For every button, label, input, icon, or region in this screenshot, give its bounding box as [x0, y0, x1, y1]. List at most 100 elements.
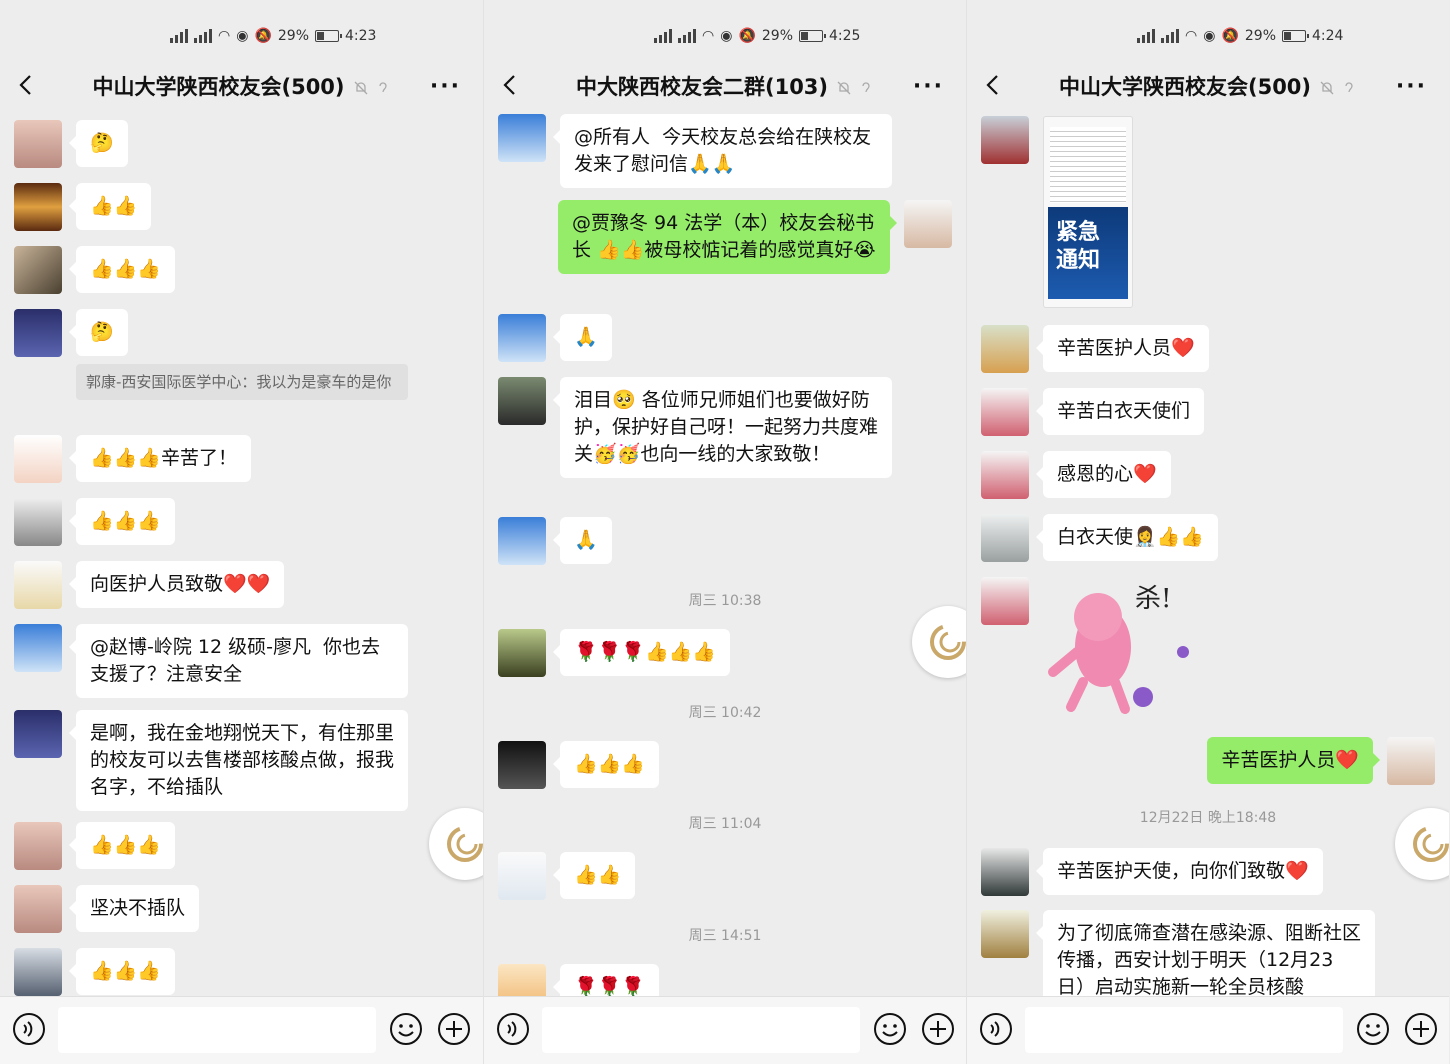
avatar[interactable]	[1387, 737, 1435, 785]
voice-icon[interactable]	[12, 1012, 46, 1046]
avatar[interactable]	[981, 848, 1029, 896]
avatar[interactable]	[498, 377, 546, 425]
message-bubble[interactable]: 👍👍👍	[553, 741, 659, 788]
avatar[interactable]	[904, 200, 952, 248]
more-options-button[interactable]: ···	[430, 74, 461, 99]
eye-icon: ◉	[720, 28, 733, 44]
signal-icon	[194, 29, 212, 43]
status-bar: ◠ ◉ 🔕 29% 4:24	[1137, 22, 1343, 50]
avatar[interactable]	[14, 498, 62, 546]
sticker-caption: 杀!	[1135, 584, 1171, 614]
image-message[interactable]: 紧急 通知	[1043, 116, 1133, 308]
ear-icon	[862, 82, 870, 93]
clock: 4:24	[1312, 28, 1344, 44]
logo-icon	[447, 826, 483, 862]
message-bubble[interactable]: 为了彻底筛查潜在感染源、阻断社区传播，西安计划于明天（12月23日）启动实施新一…	[1036, 910, 1375, 996]
avatar[interactable]	[14, 120, 62, 168]
avatar[interactable]	[14, 948, 62, 996]
emoji-icon[interactable]	[873, 1012, 907, 1046]
plus-icon[interactable]	[1404, 1012, 1438, 1046]
message-bubble[interactable]: @赵博-岭院 12 级硕-廖凡 你也去支援了？注意安全	[69, 624, 408, 698]
timestamp: 周三 10:38	[688, 593, 762, 609]
message-bubble[interactable]: 感恩的心❤️	[1036, 451, 1171, 498]
message-bubble[interactable]: 👍👍	[68, 183, 152, 230]
message-bubble[interactable]: 🙏	[553, 517, 612, 564]
avatar[interactable]	[981, 514, 1029, 562]
avatar[interactable]	[14, 561, 62, 609]
sticker-image[interactable]: 杀!	[1043, 577, 1193, 727]
more-options-button[interactable]: ···	[913, 74, 944, 99]
message-bubble[interactable]: 辛苦医护人员❤️	[1036, 325, 1209, 372]
status-bar: ◠ ◉ 🔕 29% 4:23	[170, 22, 376, 50]
message-bubble[interactable]: 向医护人员致敬❤️❤️	[68, 561, 285, 608]
avatar[interactable]	[14, 710, 62, 758]
wifi-icon: ◠	[1185, 28, 1198, 44]
message-bubble[interactable]: 👍👍	[552, 852, 636, 899]
plus-icon[interactable]	[921, 1012, 955, 1046]
mute-icon: 🔕	[254, 28, 272, 44]
avatar[interactable]	[14, 309, 62, 357]
message-bubble-self[interactable]: 辛苦医护人员❤️	[1207, 737, 1380, 784]
battery-icon	[1282, 30, 1309, 42]
avatar[interactable]	[981, 577, 1029, 625]
message-bubble[interactable]: @所有人 今天校友总会给在陕校友发来了慰问信🙏🙏	[553, 114, 892, 188]
message-bubble[interactable]: 👍👍👍	[69, 948, 175, 995]
avatar[interactable]	[981, 388, 1029, 436]
avatar[interactable]	[14, 885, 62, 933]
avatar[interactable]	[498, 517, 546, 565]
avatar[interactable]	[981, 325, 1029, 373]
message-bubble[interactable]: 辛苦白衣天使们	[1035, 388, 1205, 435]
message-bubble[interactable]: 👍👍👍辛苦了！	[69, 435, 251, 482]
avatar[interactable]	[14, 624, 62, 672]
avatar[interactable]	[14, 822, 62, 870]
voice-icon[interactable]	[979, 1012, 1013, 1046]
timestamp: 12月22日 晚上18:48	[1139, 810, 1277, 826]
avatar[interactable]	[981, 910, 1029, 958]
message-list[interactable]: 🤔 👍👍 👍👍👍 🤔 郭康-西安国际医学中心：我以为是豪车的是你 👍👍👍辛苦了！	[0, 112, 483, 996]
message-bubble[interactable]: 🌹🌹🌹👍👍👍	[553, 629, 730, 676]
message-list[interactable]: @所有人 今天校友总会给在陕校友发来了慰问信🙏🙏 @贾豫冬 94 法学（本）校友…	[484, 112, 966, 996]
avatar[interactable]	[14, 435, 62, 483]
message-bubble-self[interactable]: @贾豫冬 94 法学（本）校友会秘书长 👍👍被母校惦记着的感觉真好😭	[558, 200, 897, 274]
mute-icon: 🔕	[1221, 28, 1239, 44]
message-bubble[interactable]: 泪目🥺 各位师兄师姐们也要做好防护，保护好自己呀！一起努力共度难关🥳🥳也向一线的…	[553, 377, 892, 478]
message-bubble[interactable]: 👍👍👍	[69, 246, 175, 293]
quote-text[interactable]: 郭康-西安国际医学中心：我以为是豪车的是你	[76, 364, 408, 400]
avatar[interactable]	[14, 183, 62, 231]
input-bar	[967, 996, 1449, 1064]
avatar[interactable]	[981, 451, 1029, 499]
message-input[interactable]	[1025, 1007, 1343, 1053]
message-bubble[interactable]: 🙏	[553, 314, 612, 361]
message-input[interactable]	[58, 1007, 376, 1053]
avatar[interactable]	[498, 741, 546, 789]
emoji-icon[interactable]	[1356, 1012, 1390, 1046]
floating-widget[interactable]	[912, 606, 966, 678]
message-bubble[interactable]: 👍👍👍	[69, 822, 175, 869]
voice-icon[interactable]	[496, 1012, 530, 1046]
battery-percent: 29%	[1244, 28, 1276, 44]
message-bubble[interactable]: 辛苦医护天使，向你们致敬❤️	[1036, 848, 1323, 895]
message-bubble[interactable]: 🤔	[69, 309, 128, 356]
message-bubble[interactable]: 是啊，我在金地翔悦天下，有住那里的校友可以去售楼部核酸点做，报我名字，不给插队	[69, 710, 408, 811]
avatar[interactable]	[981, 116, 1029, 164]
more-options-button[interactable]: ···	[1396, 74, 1427, 99]
emoji-icon[interactable]	[389, 1012, 423, 1046]
avatar[interactable]	[14, 246, 62, 294]
message-list[interactable]: 紧急 通知 辛苦医护人员❤️ 辛苦白衣天使们 感恩的心❤️ 白衣天使👩‍⚕️👍👍	[967, 112, 1449, 996]
message-bubble[interactable]: 🤔	[69, 120, 128, 167]
avatar[interactable]	[498, 964, 546, 996]
message-bubble[interactable]: 👍👍👍	[69, 498, 175, 545]
message-bubble[interactable]: 🌹🌹🌹	[553, 964, 659, 996]
plus-icon[interactable]	[437, 1012, 471, 1046]
message-bubble[interactable]: 坚决不插队	[68, 885, 200, 932]
signal-icon	[654, 29, 672, 43]
avatar[interactable]	[498, 114, 546, 162]
avatar[interactable]	[498, 314, 546, 362]
eye-icon: ◉	[236, 28, 249, 44]
chat-screen-3: ◠ ◉ 🔕 29% 4:24 中山大学陕西校友会(500) ··· 紧急 通知 …	[966, 0, 1449, 1064]
avatar[interactable]	[498, 629, 546, 677]
message-input[interactable]	[542, 1007, 860, 1053]
floating-widget[interactable]	[429, 808, 483, 880]
avatar[interactable]	[498, 852, 546, 900]
message-bubble[interactable]: 白衣天使👩‍⚕️👍👍	[1036, 514, 1218, 561]
